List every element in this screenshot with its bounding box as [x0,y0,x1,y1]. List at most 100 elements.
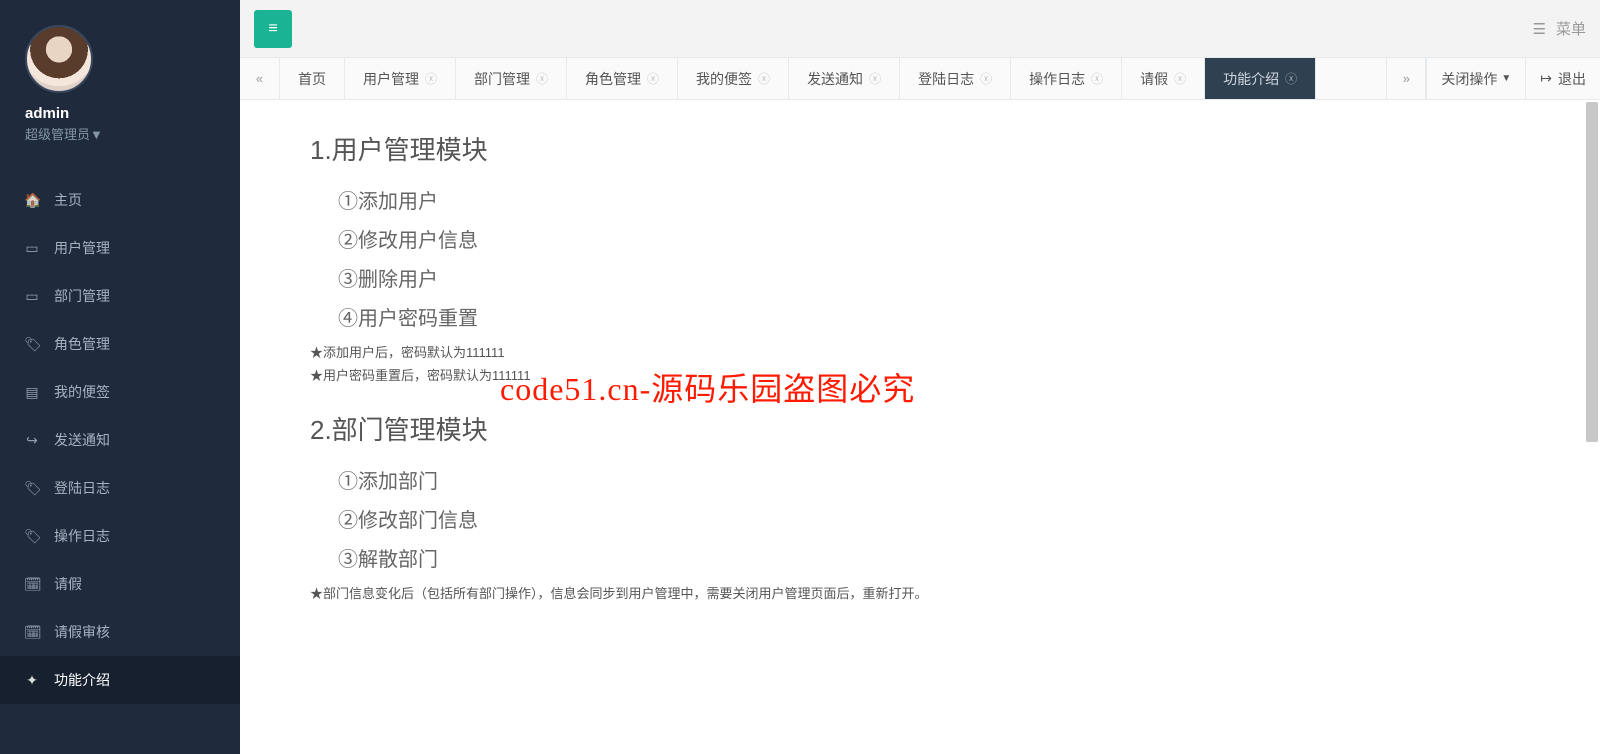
tab-label: 角色管理 [585,69,641,89]
calendar-icon: 🗓 [24,624,40,641]
sidebar-item-label: 请假审核 [54,622,110,642]
note-text: ★添加用户后，密码默认为111111 [310,341,1270,364]
tab-label: 登陆日志 [918,69,974,89]
star-icon: ✦ [24,672,40,689]
tabstrip: « 首页 用户管理 ⓧ 部门管理 ⓧ 角色管理 ⓧ 我的便签 ⓧ 发送通知 ⓧ 登陆日志 ⓧ… [240,58,1600,100]
exit-icon: ↦ [1540,70,1552,87]
tab-home[interactable]: 首页 [280,58,345,99]
list-icon: ☰ [1533,20,1546,38]
sidebar-item-label: 用户管理 [54,238,110,258]
calendar-icon: 🗓 [24,576,40,593]
scrollbar-track[interactable] [1584,100,1600,754]
toggle-sidebar-button[interactable]: ≡ [254,10,292,48]
close-icon[interactable]: ⓧ [425,70,437,87]
section-1-title: 1.用户管理模块 [310,130,1270,167]
close-icon[interactable]: ⓧ [980,70,992,87]
tab-scroll-left-button[interactable]: « [240,58,280,99]
topbar: ≡ ☰ 菜单 [240,0,1600,58]
sidebar-item-label: 我的便签 [54,382,110,402]
list-item: ④用户密码重置 [338,302,1270,331]
tab-leave[interactable]: 请假 ⓧ [1122,58,1205,99]
sidebar-item-label: 部门管理 [54,286,110,306]
avatar[interactable] [25,25,93,93]
tab-label: 请假 [1140,69,1168,89]
profile-block: admin 超级管理员▼ [0,0,240,158]
list-item: ③解散部门 [338,543,1270,572]
close-icon[interactable]: ⓧ [758,70,770,87]
exit-button[interactable]: ↦ 退出 [1526,58,1600,99]
list-item: ②修改部门信息 [338,504,1270,533]
list-item: ①添加用户 [338,185,1270,214]
chevron-down-icon: ▼ [1501,73,1511,84]
sidebar-item-dept-mgmt[interactable]: ▭ 部门管理 [0,272,240,320]
home-icon: 🏠 [24,192,40,209]
tab-features[interactable]: 功能介绍 ⓧ [1205,58,1316,99]
tab-label: 功能介绍 [1223,69,1279,89]
tab-role-mgmt[interactable]: 角色管理 ⓧ [567,58,678,99]
sidebar-item-notes[interactable]: ▤ 我的便签 [0,368,240,416]
tab-scroll-right-button[interactable]: » [1386,58,1426,99]
sidebar-item-leave[interactable]: 🗓 请假 [0,560,240,608]
tab-label: 首页 [298,69,326,89]
sidebar-nav: 🏠主页 ▭用户管理 ▭部门管理 🏷角色管理 ▤我的便签 ↪发送通知 🏷登陆日志 … [0,176,240,704]
tab-label: 我的便签 [696,69,752,89]
tab-notes[interactable]: 我的便签 ⓧ [678,58,789,99]
username: admin [25,105,215,122]
content-frame: 1.用户管理模块 ①添加用户 ②修改用户信息 ③删除用户 ④用户密码重置 ★添加… [240,100,1600,754]
tabs-container: 首页 用户管理 ⓧ 部门管理 ⓧ 角色管理 ⓧ 我的便签 ⓧ 发送通知 ⓧ 登陆日志 ⓧ 操… [280,58,1386,99]
tab-send-notice[interactable]: 发送通知 ⓧ [789,58,900,99]
tab-label: 操作日志 [1029,69,1085,89]
share-icon: ↪ [24,432,40,449]
close-ops-dropdown[interactable]: 关闭操作 ▼ [1426,58,1526,99]
tag-icon: 🏷 [24,528,40,545]
tag-icon: 🏷 [24,336,40,353]
list-item: ③删除用户 [338,263,1270,292]
sidebar-item-leave-review[interactable]: 🗓 请假审核 [0,608,240,656]
tag-icon: 🏷 [24,480,40,497]
sidebar-item-label: 发送通知 [54,430,110,450]
sidebar-item-login-log[interactable]: 🏷 登陆日志 [0,464,240,512]
dept-icon: ▭ [24,288,40,305]
tab-label: 部门管理 [474,69,530,89]
topbar-menu-label: 菜单 [1556,18,1586,39]
topbar-menu-button[interactable]: ☰ 菜单 [1533,18,1586,39]
sidebar-item-user-mgmt[interactable]: ▭ 用户管理 [0,224,240,272]
note-text: ★用户密码重置后，密码默认为111111 [310,364,1270,387]
tab-label: 发送通知 [807,69,863,89]
tab-user-mgmt[interactable]: 用户管理 ⓧ [345,58,456,99]
sidebar-item-label: 角色管理 [54,334,110,354]
note-text: ★部门信息变化后（包括所有部门操作），信息会同步到用户管理中，需要关闭用户管理页… [310,582,1270,605]
tab-dept-mgmt[interactable]: 部门管理 ⓧ [456,58,567,99]
list-item: ①添加部门 [338,465,1270,494]
sidebar-item-label: 主页 [54,190,82,210]
close-ops-label: 关闭操作 [1441,69,1497,89]
tab-label: 用户管理 [363,69,419,89]
sidebar-item-op-log[interactable]: 🏷 操作日志 [0,512,240,560]
close-icon[interactable]: ⓧ [1174,70,1186,87]
section-2-title: 2.部门管理模块 [310,410,1270,447]
users-icon: ▭ [24,240,40,257]
sidebar-item-label: 功能介绍 [54,670,110,690]
note-icon: ▤ [24,384,40,401]
sidebar: admin 超级管理员▼ 🏠 主页 ▭ 用户管理 ▭ 部门管理 🏷 角色管理 ▤ 我的便签… [0,0,240,754]
tab-op-log[interactable]: 操作日志 ⓧ [1011,58,1122,99]
sidebar-item-features[interactable]: ✦ 功能介绍 [0,656,240,704]
sidebar-item-role-mgmt[interactable]: 🏷 角色管理 [0,320,240,368]
sidebar-item-label: 操作日志 [54,526,110,546]
sidebar-item-label: 请假 [54,574,82,594]
sidebar-item-home[interactable]: 🏠 主页 [0,176,240,224]
list-item: ②修改用户信息 [338,224,1270,253]
close-icon[interactable]: ⓧ [536,70,548,87]
close-icon[interactable]: ⓧ [1285,70,1297,87]
user-role-dropdown[interactable]: 超级管理员▼ [25,124,215,143]
exit-label: 退出 [1558,69,1586,89]
close-icon[interactable]: ⓧ [647,70,659,87]
close-icon[interactable]: ⓧ [1091,70,1103,87]
main-area: ≡ ☰ 菜单 « 首页 用户管理 ⓧ 部门管理 ⓧ 角色管理 ⓧ 我的便签 ⓧ 发送通知… [240,0,1600,754]
close-icon[interactable]: ⓧ [869,70,881,87]
tab-login-log[interactable]: 登陆日志 ⓧ [900,58,1011,99]
scrollbar-thumb[interactable] [1586,102,1598,442]
sidebar-item-send-notice[interactable]: ↪ 发送通知 [0,416,240,464]
feature-doc: 1.用户管理模块 ①添加用户 ②修改用户信息 ③删除用户 ④用户密码重置 ★添加… [240,100,1340,645]
sidebar-item-label: 登陆日志 [54,478,110,498]
